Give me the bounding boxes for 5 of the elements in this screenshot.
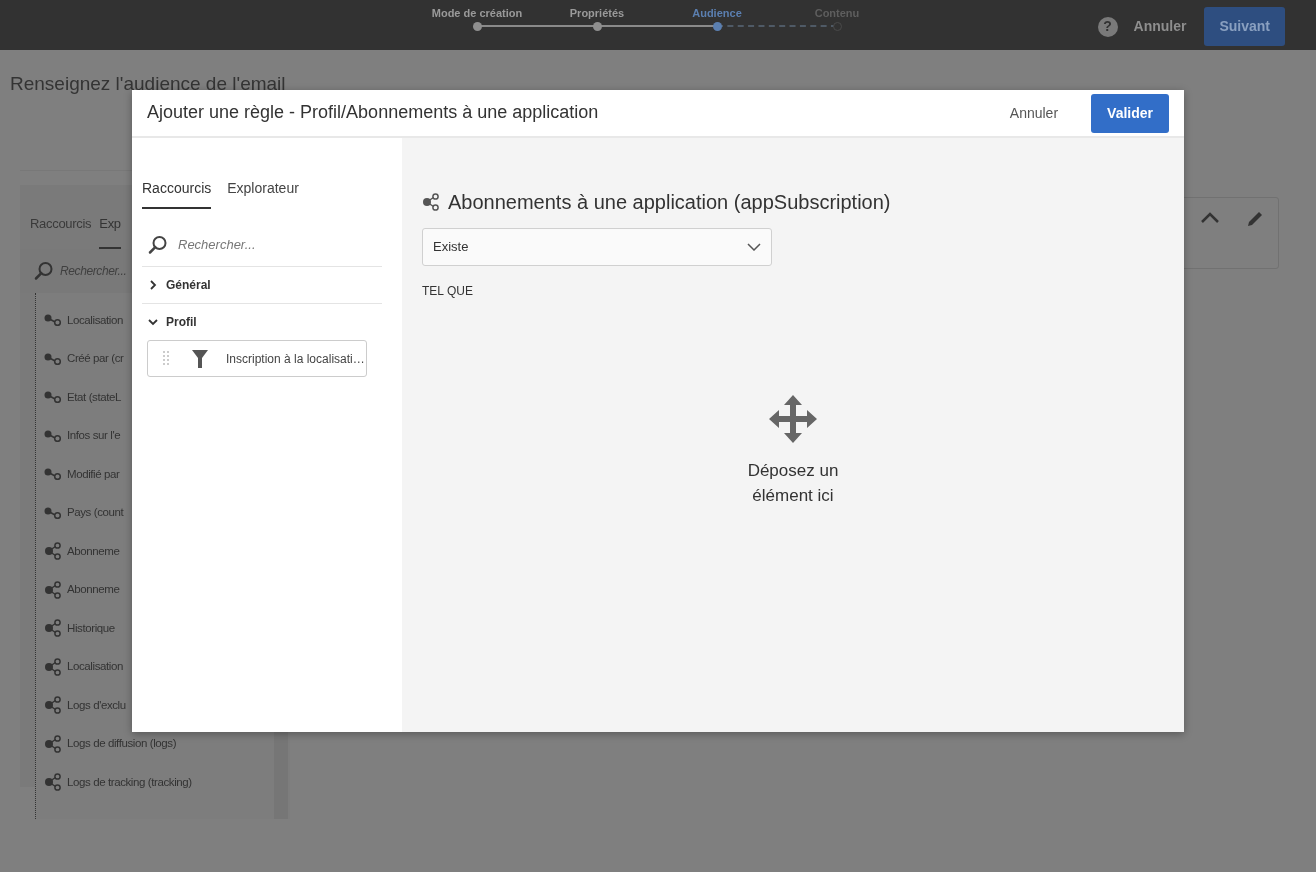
rule-title: Abonnements à une application (appSubscription) (448, 190, 891, 214)
dialog-title: Ajouter une règle - Profil/Abonnements à une application (147, 102, 600, 124)
condition-label: TEL QUE (422, 283, 474, 300)
drop-hint: Déposez un élément ici (746, 460, 840, 507)
page-heading: Renseignez l'audience de l'email (10, 72, 287, 96)
